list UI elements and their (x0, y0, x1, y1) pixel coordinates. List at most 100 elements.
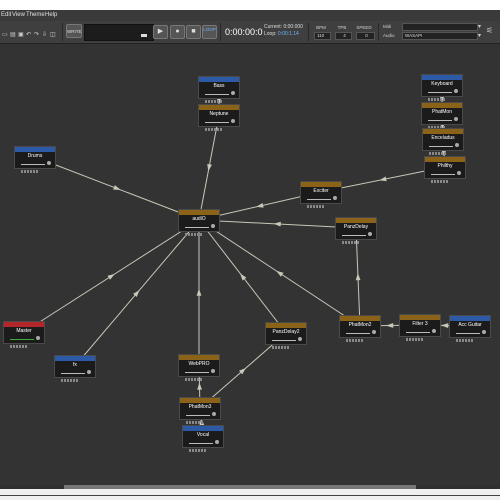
export-icon[interactable]: ⇩ (42, 32, 48, 38)
node-header[interactable] (266, 323, 306, 328)
timeline-knob[interactable] (141, 34, 147, 37)
node-port-icon[interactable] (457, 171, 461, 175)
save-icon[interactable]: ▣ (18, 32, 24, 38)
node-port-icon[interactable] (212, 412, 216, 416)
node-header[interactable] (55, 356, 95, 361)
node-filter3[interactable]: Filter 3 (399, 314, 441, 341)
bpm-field[interactable]: 110 (314, 32, 331, 40)
node-header[interactable] (183, 426, 223, 431)
node-port-icon[interactable] (454, 89, 458, 93)
node-drums[interactable]: Drums (14, 146, 56, 173)
node-port-icon[interactable] (215, 440, 219, 444)
node-port-icon[interactable] (455, 143, 459, 147)
stop-button[interactable]: ■ (186, 25, 201, 39)
node-level-meter[interactable] (429, 142, 453, 155)
node-neptune[interactable]: Neptune (198, 104, 240, 131)
node-level-meter[interactable] (185, 368, 209, 381)
menu-item-theme[interactable]: Theme (26, 12, 45, 18)
node-exciter[interactable]: Exciter (300, 181, 342, 208)
node-phatmon2[interactable]: PhatMon2 (339, 315, 381, 342)
node-level-meter[interactable] (189, 439, 213, 452)
node-header[interactable] (4, 322, 44, 327)
node-fx[interactable]: fx (54, 355, 96, 382)
node-port-icon[interactable] (368, 232, 372, 236)
node-port-icon[interactable] (211, 224, 215, 228)
node-level-meter[interactable] (205, 90, 229, 103)
node-phatmon[interactable]: PhatMon (421, 102, 463, 129)
node-graph-canvas[interactable]: Bass Keyboard Neptune PhatMon Drums Enceladus… (0, 44, 500, 485)
node-level-meter[interactable] (428, 116, 452, 129)
audio-device-select[interactable]: WASAPI (402, 32, 478, 40)
node-header[interactable] (199, 77, 239, 82)
node-port-icon[interactable] (87, 370, 91, 374)
node-accguitar[interactable]: Acc Guitar (449, 315, 491, 342)
new-file-icon[interactable]: ▭ (2, 32, 8, 38)
node-vocal[interactable]: Vocal (182, 425, 224, 452)
node-level-meter[interactable] (10, 335, 34, 348)
audio-dropdown-icon[interactable]: ▾ (478, 33, 484, 39)
midi-dropdown-icon[interactable]: ▾ (478, 24, 484, 30)
node-level-meter[interactable] (307, 195, 331, 208)
node-header[interactable] (301, 182, 341, 187)
node-phatmon3[interactable]: PhatMon3 (179, 397, 221, 424)
node-port-icon[interactable] (482, 330, 486, 334)
node-header[interactable] (180, 398, 220, 403)
node-port-icon[interactable] (298, 337, 302, 341)
node-level-meter[interactable] (185, 223, 209, 236)
node-level-meter[interactable] (346, 329, 370, 342)
node-header[interactable] (425, 157, 465, 162)
node-port-icon[interactable] (454, 117, 458, 121)
node-level-meter[interactable] (205, 118, 229, 131)
node-webpro[interactable]: WebPRO (178, 354, 220, 381)
node-level-meter[interactable] (61, 369, 85, 382)
node-header[interactable] (199, 105, 239, 110)
record-button[interactable]: ● (170, 25, 185, 39)
node-enceladus[interactable]: Enceladus (422, 128, 464, 155)
settings-icon[interactable]: ◫ (50, 32, 56, 38)
node-port-icon[interactable] (372, 330, 376, 334)
node-bass[interactable]: Bass (198, 76, 240, 103)
node-header[interactable] (422, 75, 462, 80)
node-port-icon[interactable] (47, 161, 51, 165)
node-port-icon[interactable] (231, 119, 235, 123)
timeline-overview[interactable] (84, 24, 154, 41)
node-level-meter[interactable] (272, 336, 296, 349)
node-header[interactable] (423, 129, 463, 134)
menu-item-view[interactable]: View (12, 12, 25, 18)
node-header[interactable] (336, 218, 376, 223)
play-button[interactable]: ▶ (153, 25, 168, 39)
node-port-icon[interactable] (432, 329, 436, 333)
node-header[interactable] (340, 316, 380, 321)
tpb-field[interactable]: 4 (335, 32, 352, 40)
node-header[interactable] (422, 103, 462, 108)
speed-field[interactable]: 0 (356, 32, 375, 40)
node-header[interactable] (179, 355, 219, 360)
open-folder-icon[interactable]: ▤ (10, 32, 16, 38)
node-mainout[interactable]: audiO (178, 209, 220, 236)
menu-item-edit[interactable]: Edit (1, 12, 11, 18)
node-header[interactable] (450, 316, 490, 321)
node-header[interactable] (15, 147, 55, 152)
loop-button[interactable]: LOOP (202, 25, 217, 39)
write-button[interactable]: WRITE (66, 24, 82, 38)
node-level-meter[interactable] (456, 329, 480, 342)
node-keyboard[interactable]: Keyboard (421, 74, 463, 101)
node-level-meter[interactable] (428, 88, 452, 101)
undo-icon[interactable]: ↶ (26, 32, 32, 38)
node-panzdelay2[interactable]: PanzDelay2 (265, 322, 307, 349)
node-port-icon[interactable] (36, 336, 40, 340)
node-level-meter[interactable] (431, 170, 455, 183)
node-level-meter[interactable] (342, 231, 366, 244)
node-philthy[interactable]: Philthy (424, 156, 466, 183)
node-master[interactable]: Master (3, 321, 45, 348)
node-header[interactable] (179, 210, 219, 215)
node-level-meter[interactable] (186, 411, 210, 424)
node-port-icon[interactable] (211, 369, 215, 373)
midi-plug-icon[interactable]: ⚟ (486, 27, 493, 35)
node-header[interactable] (400, 315, 440, 320)
node-level-meter[interactable] (406, 328, 430, 341)
node-port-icon[interactable] (333, 196, 337, 200)
node-port-icon[interactable] (231, 91, 235, 95)
menu-item-help[interactable]: Help (45, 12, 57, 18)
redo-icon[interactable]: ↷ (34, 32, 40, 38)
